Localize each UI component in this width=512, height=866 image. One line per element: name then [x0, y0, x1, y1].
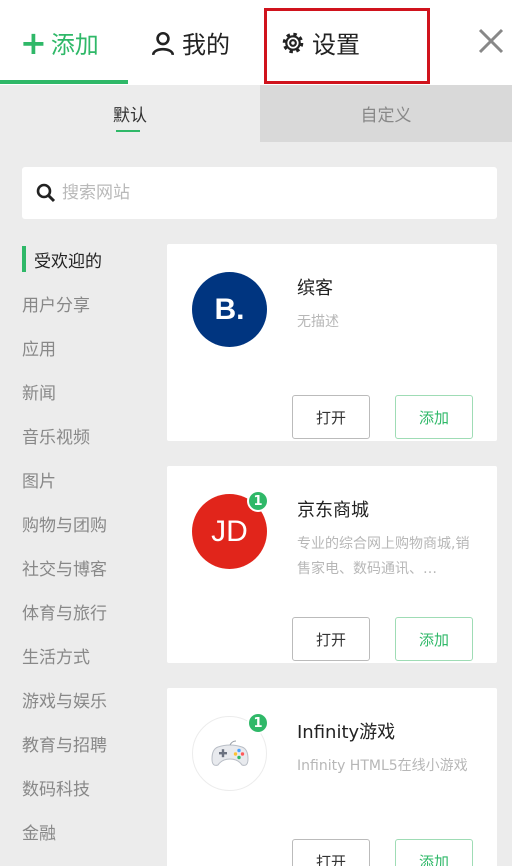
search-icon	[36, 183, 56, 203]
top-bar: + 添加 我的 设置	[0, 0, 512, 85]
site-name: 缤客	[297, 278, 333, 299]
add-button[interactable]: 添加	[395, 617, 473, 661]
category-item-games[interactable]: 游戏与娱乐	[22, 677, 152, 721]
category-item-lifestyle[interactable]: 生活方式	[22, 633, 152, 677]
category-item-music-video[interactable]: 音乐视频	[22, 413, 152, 457]
booking-logo-text: B.	[214, 292, 245, 326]
booking-logo: B.	[192, 272, 267, 347]
plus-icon: +	[20, 23, 47, 62]
segment-default[interactable]: 默认	[0, 85, 260, 142]
site-card: B. 缤客 无描述 打开 添加	[167, 244, 497, 441]
jd-logo-text: JD	[211, 514, 248, 548]
category-item-tech[interactable]: 数码科技	[22, 765, 152, 809]
category-item-sports-travel[interactable]: 体育与旅行	[22, 589, 152, 633]
search-input[interactable]	[62, 183, 462, 203]
user-icon	[151, 31, 175, 55]
tab-mine[interactable]: 我的	[150, 0, 230, 85]
add-button[interactable]: 添加	[395, 839, 473, 866]
site-name: Infinity游戏	[297, 722, 396, 743]
site-card: JD 1 京东商城 专业的综合网上购物商城,销售家电、数码通讯、… 打开 添加	[167, 466, 497, 663]
tab-add-label: 添加	[50, 31, 99, 59]
segment-default-label: 默认	[113, 106, 147, 126]
site-name: 京东商城	[297, 500, 369, 521]
category-list: 受欢迎的 用户分享 应用 新闻 音乐视频 图片 购物与团购 社交与博客 体育与旅…	[22, 237, 152, 853]
add-button[interactable]: 添加	[395, 395, 473, 439]
category-item-education[interactable]: 教育与招聘	[22, 721, 152, 765]
category-item-user-shared[interactable]: 用户分享	[22, 281, 152, 325]
segment-custom[interactable]: 自定义	[260, 85, 512, 142]
category-item-popular[interactable]: 受欢迎的	[22, 237, 152, 281]
open-button[interactable]: 打开	[292, 395, 370, 439]
site-description: Infinity HTML5在线小游戏	[297, 758, 468, 774]
site-card: 1 Infinity游戏 Infinity HTML5在线小游戏 打开 添加	[167, 688, 497, 866]
category-item-shopping[interactable]: 购物与团购	[22, 501, 152, 545]
search-box	[22, 167, 497, 219]
category-item-social[interactable]: 社交与博客	[22, 545, 152, 589]
category-item-apps[interactable]: 应用	[22, 325, 152, 369]
open-button[interactable]: 打开	[292, 839, 370, 866]
settings-highlight-box	[264, 8, 430, 84]
gamepad-icon	[210, 740, 249, 766]
open-button[interactable]: 打开	[292, 617, 370, 661]
tab-mine-label: 我的	[182, 31, 230, 59]
notification-badge: 1	[247, 490, 269, 512]
active-tab-indicator	[0, 80, 128, 84]
category-item-news[interactable]: 新闻	[22, 369, 152, 413]
segment-indicator	[116, 130, 140, 132]
category-item-images[interactable]: 图片	[22, 457, 152, 501]
site-description: 专业的综合网上购物商城,销售家电、数码通讯、…	[297, 536, 470, 577]
notification-badge: 1	[247, 712, 269, 734]
segment-custom-label: 自定义	[360, 106, 412, 126]
close-icon[interactable]	[476, 24, 506, 58]
tab-add[interactable]: + 添加	[20, 0, 99, 85]
category-item-finance[interactable]: 金融	[22, 809, 152, 853]
site-description: 无描述	[297, 314, 339, 330]
